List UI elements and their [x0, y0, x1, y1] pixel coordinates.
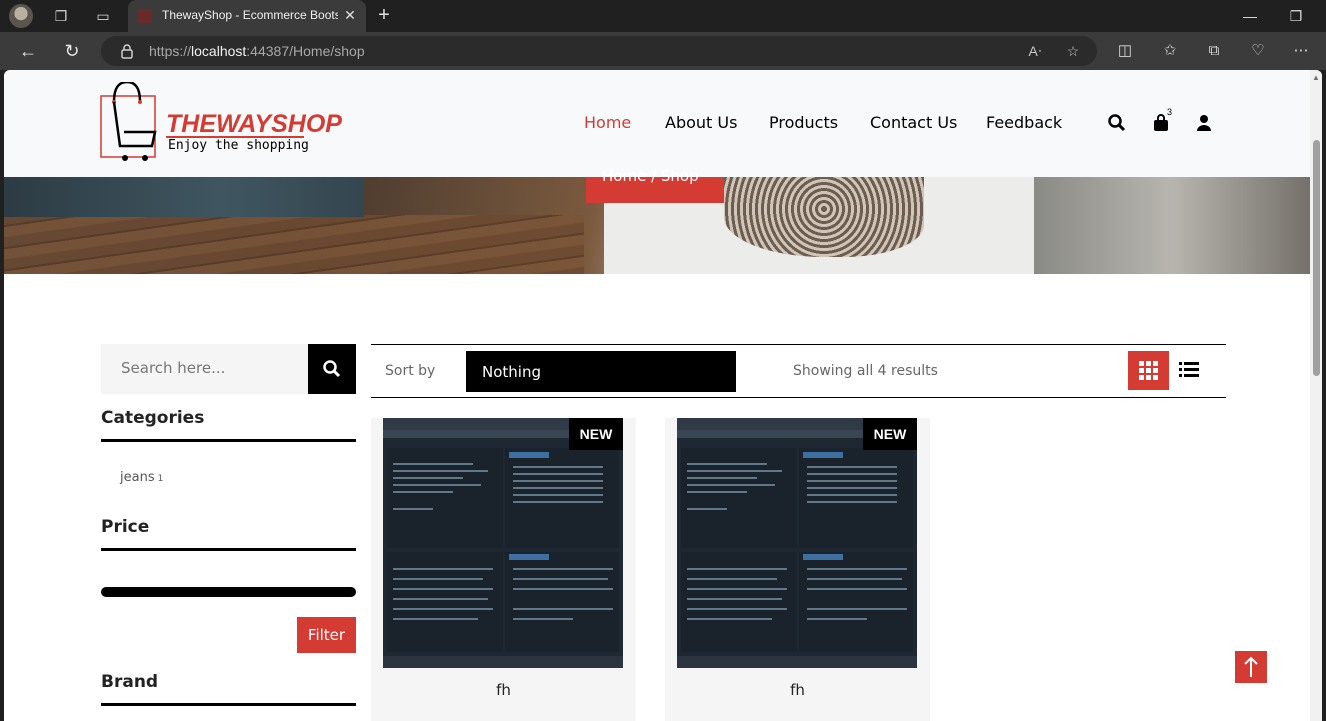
categories-title: Categories [101, 408, 205, 428]
grid-view-button[interactable] [1128, 351, 1169, 390]
product-card[interactable]: NEW fh [665, 418, 930, 721]
search-icon[interactable] [1106, 112, 1128, 134]
new-badge: NEW [863, 418, 917, 450]
sort-label: Sort by [385, 363, 436, 379]
nav-home[interactable]: Home [584, 113, 631, 135]
filter-button[interactable]: Filter [297, 617, 356, 653]
list-view-icon[interactable] [1177, 359, 1201, 381]
restore-icon[interactable]: ❐ [1281, 4, 1311, 28]
browser-tab-bar: ❐ ▭ ThewayShop - Ecommerce Bootstrap ✕ +… [0, 0, 1326, 32]
search-input[interactable]: Search here... [101, 344, 308, 394]
category-count: 1 [157, 474, 164, 484]
price-range-slider[interactable] [101, 587, 356, 597]
workspaces-icon[interactable]: ❐ [51, 6, 71, 26]
product-name[interactable]: fh [665, 681, 930, 699]
nav-feedback[interactable]: Feedback [986, 113, 1062, 135]
back-to-top-button[interactable] [1235, 651, 1267, 683]
breadcrumb: Home / Shop [586, 167, 724, 203]
back-icon[interactable]: ← [16, 39, 40, 63]
site-header: THEWAYSHOP Enjoy the shopping Home About… [4, 70, 1310, 177]
url-field[interactable]: https://localhost:44387/Home/shop Aᐧ ☆ [101, 36, 1097, 66]
product-screenshot-image [677, 418, 917, 668]
collections-icon[interactable]: ⧉ [1204, 41, 1224, 61]
hero-right-panel [1034, 177, 1310, 274]
tab-close-icon[interactable]: ✕ [342, 7, 358, 23]
url-text: https://localhost:44387/Home/shop [149, 43, 365, 59]
brand-divider [101, 703, 356, 706]
favorite-star-icon[interactable]: ☆ [1063, 41, 1083, 61]
scroll-thumb[interactable] [1313, 140, 1320, 376]
address-bar-row: ← ↻ https://localhost:44387/Home/shop Aᐧ… [0, 32, 1326, 70]
cart-count-badge: 3 [1167, 107, 1173, 117]
categories-divider [101, 439, 356, 442]
nav-contact-us[interactable]: Contact Us [870, 113, 957, 135]
cart-logo-icon [100, 82, 157, 161]
search-button[interactable] [308, 344, 356, 394]
price-divider [101, 548, 356, 551]
hero-knit [724, 177, 924, 257]
hero-wood-floor [4, 215, 584, 274]
read-aloud-icon[interactable]: Aᐧ [1025, 41, 1045, 61]
page-viewport: THEWAYSHOP Enjoy the shopping Home About… [4, 70, 1322, 721]
breadcrumb-text[interactable]: Home / Shop [602, 167, 699, 185]
results-count: Showing all 4 results [793, 363, 938, 379]
nav-about-us[interactable]: About Us [665, 113, 737, 135]
shop-toolbar: Sort by Nothing Showing all 4 results [371, 344, 1226, 398]
split-screen-icon[interactable]: ◫ [1115, 41, 1135, 61]
lock-icon [121, 44, 133, 59]
new-tab-icon[interactable]: + [372, 4, 396, 28]
settings-more-icon[interactable]: ⋯ [1291, 41, 1311, 61]
logo-tagline: Enjoy the shopping [168, 138, 309, 153]
product-image[interactable]: NEW [383, 418, 623, 668]
profile-avatar[interactable] [9, 4, 33, 28]
tab-title: ThewayShop - Ecommerce Bootstrap [162, 8, 338, 22]
refresh-icon[interactable]: ↻ [60, 39, 84, 63]
grid-icon [1139, 361, 1158, 380]
page-scrollbar[interactable]: ▲ [1310, 70, 1322, 721]
product-screenshot-image [383, 418, 623, 668]
product-card[interactable]: NEW fh [371, 418, 636, 721]
new-badge: NEW [569, 418, 623, 450]
brand-title: Brand [101, 672, 159, 692]
sort-select[interactable]: Nothing [466, 351, 736, 392]
site-logo[interactable]: THEWAYSHOP Enjoy the shopping [100, 82, 342, 166]
nav-products[interactable]: Products [769, 113, 838, 135]
scroll-up-icon[interactable]: ▲ [1312, 74, 1320, 82]
browser-tab[interactable]: ThewayShop - Ecommerce Bootstrap ✕ [128, 0, 366, 32]
user-icon[interactable] [1193, 112, 1215, 134]
tab-favicon-icon [138, 9, 152, 23]
logo-name: THEWAYSHOP [166, 110, 342, 138]
search-placeholder: Search here... [121, 359, 226, 377]
arrow-up-icon [1244, 656, 1258, 677]
minimize-icon[interactable]: — [1235, 4, 1265, 28]
favorites-icon[interactable]: ✩ [1160, 41, 1180, 61]
hero-jeans [4, 177, 364, 217]
search-icon [323, 360, 341, 378]
sort-value: Nothing [482, 363, 541, 381]
browser-essentials-icon[interactable]: ♡ [1248, 41, 1268, 61]
product-name[interactable]: fh [371, 681, 636, 699]
tab-actions-icon[interactable]: ▭ [93, 6, 113, 26]
product-image[interactable]: NEW [677, 418, 917, 668]
category-item-jeans[interactable]: jeans 1 [120, 470, 163, 485]
price-title: Price [101, 517, 150, 537]
